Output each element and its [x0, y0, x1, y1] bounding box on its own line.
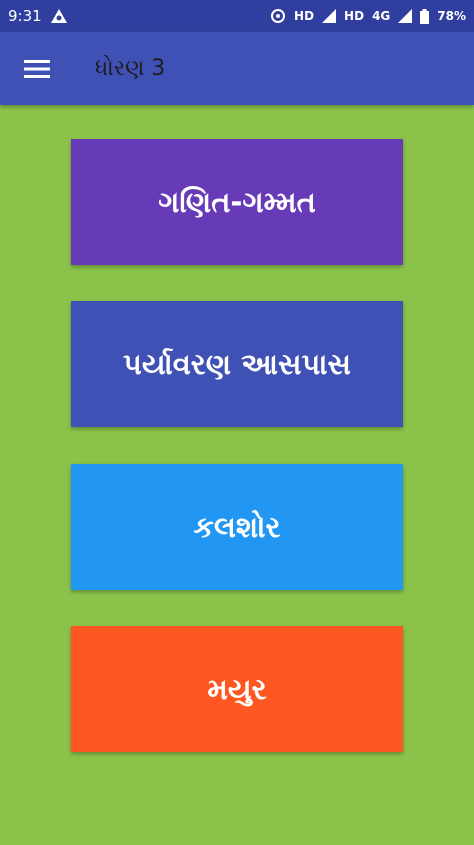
- status-left: 9:31: [8, 7, 68, 25]
- subject-card-ganit[interactable]: ગણિત-ગમ્મત: [71, 139, 403, 265]
- network-label-1: HD: [294, 9, 315, 23]
- alert-icon: [50, 9, 67, 23]
- app-bar: ધોરણ 3: [0, 32, 474, 105]
- battery-icon: [420, 8, 430, 24]
- network-label-2: HD: [344, 9, 365, 23]
- subject-card-mayur[interactable]: મયુર: [71, 626, 403, 752]
- subject-card-paryavaran[interactable]: પર્યાવરણ આસપાસ: [71, 301, 403, 427]
- page-title: ધોરણ 3: [95, 56, 166, 81]
- signal-icon-2: [398, 9, 413, 23]
- signal-icon: [322, 9, 337, 23]
- hamburger-menu-icon: [23, 59, 50, 78]
- subject-card-label: ગણિત-ગમ્મત: [158, 184, 316, 219]
- subject-card-label: મયુર: [207, 671, 267, 706]
- status-bar: 9:31 HD HD 4G 78%: [0, 0, 474, 32]
- subject-card-kalshor[interactable]: કલશોર: [71, 464, 403, 590]
- status-time: 9:31: [8, 7, 42, 25]
- subject-card-label: પર્યાવરણ આસપાસ: [123, 346, 351, 381]
- hotspot-icon: [271, 9, 286, 23]
- status-right: HD HD 4G 78%: [270, 8, 466, 24]
- network-label-3: 4G: [372, 9, 391, 23]
- battery-percent: 78%: [437, 9, 466, 23]
- menu-button[interactable]: [0, 32, 73, 105]
- subject-card-label: કલશોર: [193, 509, 281, 544]
